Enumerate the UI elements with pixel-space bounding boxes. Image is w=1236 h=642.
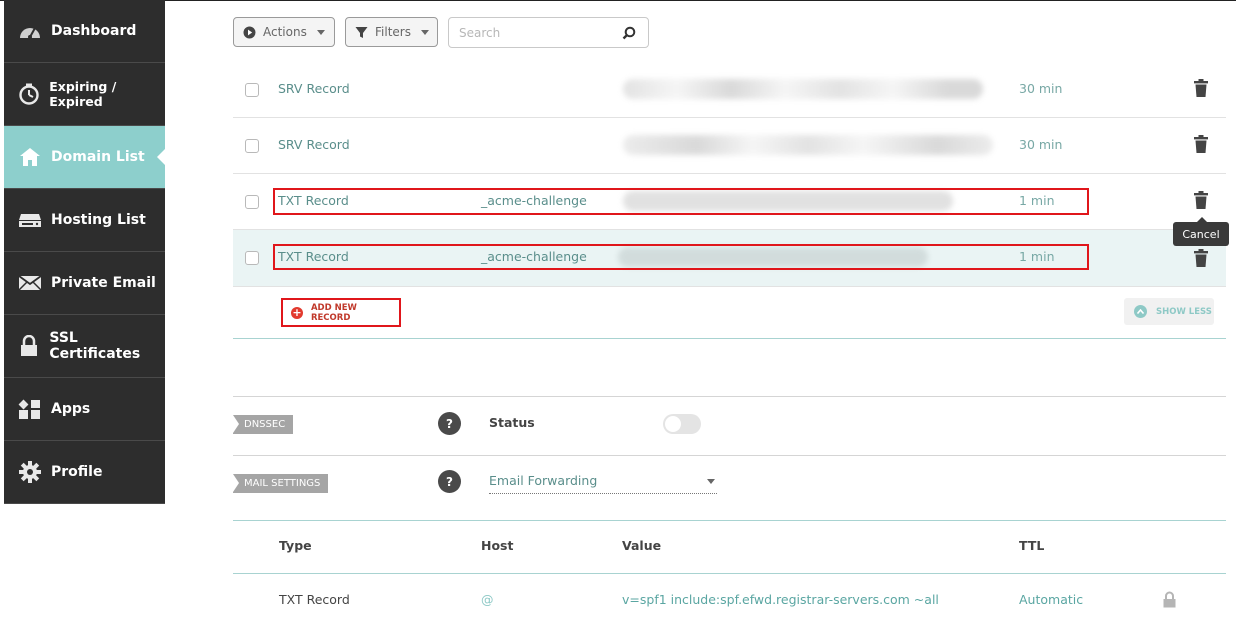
- sidebar-item-label: Domain List: [51, 149, 145, 165]
- record-type: SRV Record: [278, 81, 350, 96]
- mail-record-type: TXT Record: [279, 592, 350, 607]
- apps-icon: [18, 398, 42, 420]
- search-input[interactable]: [457, 25, 621, 41]
- row-checkbox[interactable]: [245, 139, 259, 153]
- home-icon: [18, 146, 42, 168]
- sidebar-item-label: SSL Certificates: [49, 330, 141, 362]
- highlight-box: [273, 188, 1089, 215]
- show-less-button[interactable]: SHOW LESS: [1124, 298, 1214, 325]
- record-ttl: 30 min: [1019, 137, 1063, 152]
- row-checkbox[interactable]: [245, 83, 259, 97]
- speedometer-icon: [18, 20, 42, 42]
- column-header-value: Value: [622, 538, 662, 553]
- divider: [233, 338, 1226, 339]
- record-ttl: 30 min: [1019, 81, 1063, 96]
- mail-record-value: v=spf1 include:spf.efwd.registrar-server…: [622, 592, 939, 607]
- divider: [233, 396, 1226, 397]
- sidebar-item-label: Private Email: [51, 275, 156, 291]
- mail-settings-tag: MAIL SETTINGS: [233, 474, 328, 493]
- mail-record-host: @: [481, 592, 494, 607]
- actions-label: Actions: [263, 25, 307, 39]
- divider: [233, 455, 1226, 456]
- server-icon: [18, 209, 42, 231]
- filters-button[interactable]: Filters: [345, 17, 438, 47]
- mail-settings-value: Email Forwarding: [489, 473, 598, 488]
- column-header-host: Host: [481, 538, 514, 553]
- top-border: [0, 0, 1236, 1]
- filter-icon: [355, 26, 368, 39]
- search-box: [448, 17, 649, 48]
- search-icon[interactable]: [622, 25, 636, 44]
- sidebar-item-apps[interactable]: Apps: [4, 378, 165, 441]
- help-icon[interactable]: ?: [438, 470, 461, 493]
- chevron-up-icon: [1134, 305, 1147, 318]
- plus-circle-icon: +: [291, 305, 303, 319]
- dnssec-toggle[interactable]: [663, 414, 701, 434]
- highlight-box: [273, 244, 1089, 270]
- play-circle-icon: [243, 26, 256, 39]
- add-new-record-label: ADD NEW RECORD: [310, 302, 357, 323]
- add-new-record-button[interactable]: + ADD NEW RECORD: [281, 298, 401, 327]
- actions-button[interactable]: Actions: [233, 17, 335, 47]
- divider: [233, 573, 1226, 574]
- toggle-knob: [665, 416, 681, 432]
- sidebar-item-label: Apps: [51, 401, 91, 417]
- mail-record-ttl: Automatic: [1019, 592, 1084, 607]
- envelope-icon: [18, 272, 42, 294]
- sidebar-item-dashboard[interactable]: Dashboard: [4, 0, 165, 63]
- dnssec-tag: DNSSEC: [233, 415, 293, 434]
- help-icon[interactable]: ?: [438, 412, 461, 435]
- dnssec-tag-label: DNSSEC: [244, 419, 286, 430]
- record-type: SRV Record: [278, 137, 350, 152]
- divider: [233, 520, 1226, 521]
- sidebar-item-label: Expiring / Expired: [49, 79, 117, 109]
- trash-icon[interactable]: [1194, 191, 1208, 213]
- trash-icon[interactable]: [1194, 135, 1208, 157]
- sidebar-item-expiring[interactable]: Expiring / Expired: [4, 63, 165, 126]
- column-header-type: Type: [279, 538, 312, 553]
- trash-icon[interactable]: [1194, 79, 1208, 101]
- filters-label: Filters: [375, 25, 411, 39]
- record-row[interactable]: SRV Record 30 min: [233, 118, 1226, 174]
- sidebar-item-label: Hosting List: [51, 212, 146, 228]
- lock-icon: [1163, 591, 1176, 612]
- chevron-down-icon: [316, 29, 325, 35]
- sidebar-item-label: Dashboard: [51, 23, 137, 39]
- sidebar: Dashboard Expiring / Expired Domain List…: [4, 0, 165, 504]
- row-checkbox[interactable]: [245, 195, 259, 209]
- tooltip-text: Cancel: [1182, 227, 1220, 241]
- sidebar-item-domain-list[interactable]: Domain List: [4, 126, 165, 189]
- trash-icon[interactable]: [1194, 249, 1208, 271]
- sidebar-item-profile[interactable]: Profile: [4, 441, 165, 504]
- timer-icon: [18, 83, 40, 105]
- redacted-value: [623, 135, 993, 155]
- mail-settings-select[interactable]: Email Forwarding: [489, 473, 717, 494]
- status-label: Status: [489, 415, 535, 430]
- gear-icon: [18, 461, 42, 483]
- sidebar-item-ssl-certificates[interactable]: SSL Certificates: [4, 315, 165, 378]
- show-less-label: SHOW LESS: [1156, 306, 1212, 317]
- cancel-tooltip: Cancel: [1173, 217, 1229, 246]
- column-header-ttl: TTL: [1019, 538, 1045, 553]
- sidebar-item-hosting-list[interactable]: Hosting List: [4, 189, 165, 252]
- redacted-value: [623, 79, 983, 99]
- chevron-down-icon: [707, 479, 715, 484]
- mail-settings-tag-label: MAIL SETTINGS: [244, 478, 321, 489]
- row-checkbox[interactable]: [245, 251, 259, 265]
- lock-icon: [18, 335, 40, 357]
- chevron-down-icon: [420, 29, 429, 35]
- sidebar-item-private-email[interactable]: Private Email: [4, 252, 165, 315]
- record-row[interactable]: SRV Record 30 min: [233, 62, 1226, 118]
- sidebar-item-label: Profile: [51, 464, 103, 480]
